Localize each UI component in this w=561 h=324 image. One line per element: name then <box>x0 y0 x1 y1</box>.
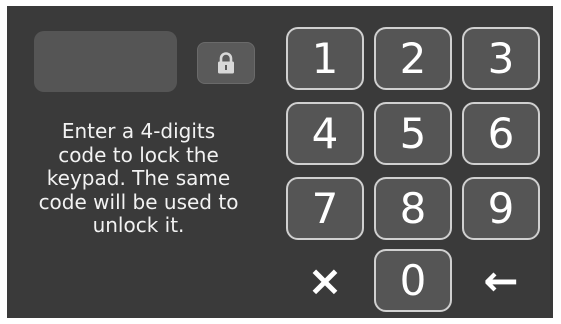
instruction-text: Enter a 4-digits code to lock the keypad… <box>38 119 239 237</box>
key-0[interactable]: 0 <box>374 249 452 312</box>
backspace-button[interactable]: ← <box>462 249 540 312</box>
keypad-lock-panel: Enter a 4-digits code to lock the keypad… <box>7 6 553 318</box>
key-6[interactable]: 6 <box>462 102 540 165</box>
key-5[interactable]: 5 <box>374 102 452 165</box>
backspace-arrow-icon: ← <box>483 256 519 305</box>
clear-button[interactable]: × <box>286 249 364 312</box>
clear-icon: × <box>307 256 343 305</box>
key-7[interactable]: 7 <box>286 177 364 240</box>
key-1[interactable]: 1 <box>286 27 364 90</box>
code-display <box>34 31 177 92</box>
key-4[interactable]: 4 <box>286 102 364 165</box>
key-2[interactable]: 2 <box>374 27 452 90</box>
numeric-keypad: 1 2 3 4 5 6 7 8 9 × 0 ← <box>286 27 543 312</box>
key-3[interactable]: 3 <box>462 27 540 90</box>
lock-icon <box>217 52 235 74</box>
key-8[interactable]: 8 <box>374 177 452 240</box>
lock-button[interactable] <box>197 42 255 84</box>
key-9[interactable]: 9 <box>462 177 540 240</box>
